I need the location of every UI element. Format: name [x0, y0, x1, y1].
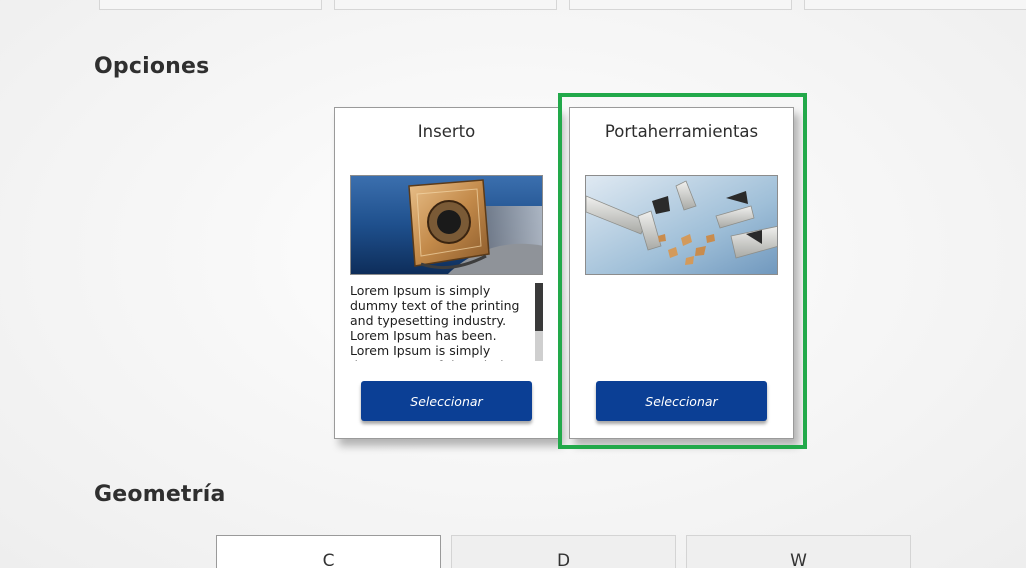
options-heading: Opciones: [94, 54, 210, 79]
option-card-portaherramientas[interactable]: Portaherramientas Seleccionar: [569, 107, 794, 439]
option-description: Lorem Ipsum is simply dummy text of the …: [350, 283, 520, 361]
option-card-inserto[interactable]: Inserto Lorem Ipsum is simply dummy text…: [334, 107, 559, 439]
option-card-title: Inserto: [417, 122, 476, 141]
geometry-tab-label: W: [790, 551, 807, 568]
geometry-tab-d[interactable]: D: [451, 535, 676, 568]
geometry-tab-w[interactable]: W: [686, 535, 911, 568]
page: Opciones Inserto Lorem Ipsum is simply d…: [0, 0, 1026, 568]
select-inserto-button[interactable]: Seleccionar: [361, 381, 532, 421]
insert-photo-icon: [350, 175, 543, 275]
option-description-box[interactable]: Lorem Ipsum is simply dummy text of the …: [350, 283, 543, 361]
top-card-2[interactable]: [334, 0, 557, 10]
geometry-tab-label: D: [556, 551, 571, 568]
geometry-heading: Geometría: [94, 482, 226, 507]
select-portaherramientas-button[interactable]: Seleccionar: [596, 381, 767, 421]
description-scrollbar[interactable]: [535, 283, 543, 361]
geometry-tab-c[interactable]: C: [216, 535, 441, 568]
scrollbar-thumb[interactable]: [535, 283, 543, 331]
option-card-title: Portaherramientas: [604, 122, 759, 141]
geometry-tab-label: C: [322, 551, 335, 568]
top-card-3[interactable]: [569, 0, 792, 10]
toolholder-photo-icon: [585, 175, 778, 275]
top-card-1[interactable]: [99, 0, 322, 10]
top-card-4[interactable]: [804, 0, 1026, 10]
